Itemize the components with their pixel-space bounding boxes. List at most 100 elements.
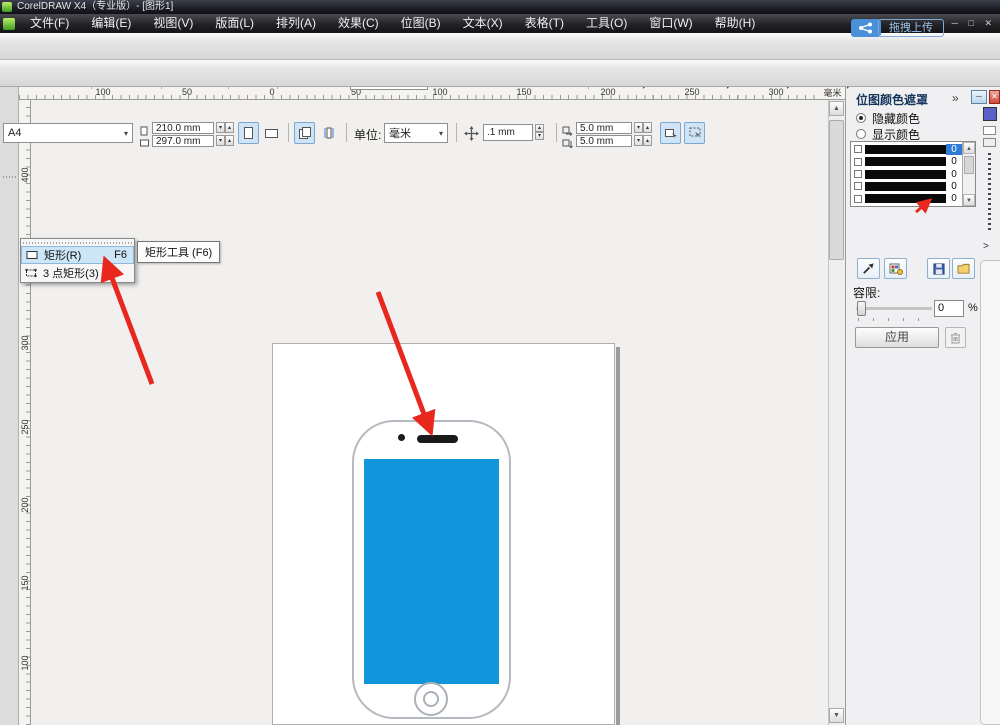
color-swatch	[865, 157, 946, 166]
menu-table[interactable]: 表格(T)	[514, 14, 575, 33]
docker-title: 位图颜色遮罩	[856, 91, 928, 108]
flyout-grip[interactable]	[23, 240, 132, 245]
checkbox-icon[interactable]	[854, 145, 862, 153]
toolbox-grip[interactable]	[3, 176, 16, 178]
app-icon	[2, 2, 12, 12]
menu-layout[interactable]: 版面(L)	[204, 14, 265, 33]
paper-combo-arrow-icon: ▾	[124, 129, 128, 138]
docker-collapse-icon[interactable]: »	[952, 91, 959, 105]
cloud-share-icon	[851, 19, 881, 37]
menu-view[interactable]: 视图(V)	[142, 14, 204, 33]
delete-mask-button[interactable]	[945, 327, 966, 348]
menu-tools[interactable]: 工具(O)	[575, 14, 638, 33]
menu-bitmaps[interactable]: 位图(B)	[390, 14, 452, 33]
docked-doc-icon[interactable]	[983, 126, 996, 135]
paper-height-icon	[140, 135, 150, 153]
phone-screen-shape[interactable]	[364, 459, 499, 684]
palette-expand-icon[interactable]: >	[983, 241, 989, 252]
title-bar: CorelDRAW X4（专业版）- [图形1]	[0, 0, 1000, 14]
scrollbar-thumb[interactable]	[964, 156, 974, 174]
hide-colors-radio[interactable]: 隐藏颜色	[856, 111, 920, 125]
menu-window[interactable]: 窗口(W)	[638, 14, 703, 33]
tolerance-slider-thumb[interactable]	[857, 301, 866, 316]
portrait-button[interactable]	[238, 122, 259, 144]
docker-minimize-button[interactable]: ─	[971, 90, 987, 104]
menu-file[interactable]: 文件(F)	[19, 14, 80, 33]
mask-open-button[interactable]	[952, 258, 975, 279]
checkbox-icon[interactable]	[854, 182, 862, 190]
toolbox	[0, 87, 19, 725]
paper-height-field[interactable]: 297.0 mm	[152, 135, 214, 147]
flyout-item-rectangle[interactable]: 矩形(R) F6	[21, 246, 134, 264]
checkbox-icon[interactable]	[854, 158, 862, 166]
mask-edit-color-button[interactable]	[884, 258, 907, 279]
menu-arrange[interactable]: 排列(A)	[265, 14, 327, 33]
duplicate-y-field[interactable]: 5.0 mm	[576, 135, 632, 147]
paper-width-spinner[interactable]: ▾▴	[216, 122, 234, 133]
phone-speaker-shape[interactable]	[417, 435, 458, 443]
app-window: CorelDRAW X4（专业版）- [图形1] ─ □ ✕ 文件(F) 编辑(…	[0, 0, 1000, 725]
page-shadow	[616, 347, 620, 725]
checkbox-icon[interactable]	[854, 170, 862, 178]
flyout-item-3point-rectangle[interactable]: 3 点矩形(3)	[21, 264, 134, 282]
marquee-select-button[interactable]	[684, 122, 705, 144]
color-mask-row[interactable]: 0	[851, 155, 962, 167]
paper-width-field[interactable]: 210.0 mm	[152, 122, 214, 134]
tolerance-value-field[interactable]: 0	[934, 300, 964, 317]
checkbox-icon[interactable]	[854, 195, 862, 203]
duplicate-y-icon	[562, 136, 573, 154]
color-swatch	[865, 182, 946, 191]
color-mask-list[interactable]: 0 0 0 0 0 ▲ ▼	[850, 141, 976, 207]
paper-preset-combo[interactable]: A4 ▾	[3, 123, 133, 143]
nudge-offset-icon	[464, 126, 479, 146]
menu-effects[interactable]: 效果(C)	[327, 14, 390, 33]
tolerance-slider-ticks	[858, 318, 932, 321]
units-combo[interactable]: 毫米 ▾	[384, 123, 448, 143]
scroll-up-icon[interactable]: ▲	[963, 142, 975, 154]
rectangle-icon	[26, 250, 38, 260]
nudge-offset-field[interactable]: .1 mm	[483, 124, 533, 141]
color-mask-row[interactable]: 0	[851, 168, 962, 180]
apply-button[interactable]: 应用	[855, 327, 939, 348]
drag-upload-button[interactable]: 拖拽上传	[851, 19, 944, 37]
scrollbar-thumb[interactable]	[829, 120, 844, 260]
show-colors-radio[interactable]: 显示颜色	[856, 127, 920, 141]
document-window-controls[interactable]: ─ □ ✕	[952, 14, 996, 33]
landscape-button[interactable]	[261, 122, 282, 144]
docked-doc-icon[interactable]	[983, 138, 996, 147]
docked-palette-icon[interactable]	[983, 107, 997, 121]
scroll-down-icon[interactable]: ▼	[963, 194, 975, 206]
mask-eyedropper-button[interactable]	[857, 258, 880, 279]
treat-as-filled-button[interactable]	[660, 122, 681, 144]
menu-help[interactable]: 帮助(H)	[704, 14, 767, 33]
collapsed-palette-panel[interactable]	[980, 260, 1000, 725]
shortcut-label: F6	[114, 249, 129, 261]
vertical-ruler[interactable]: 400 350 300 250 200 150 100	[19, 100, 31, 725]
mask-save-button[interactable]	[927, 258, 950, 279]
tool-tooltip: 矩形工具 (F6)	[137, 241, 220, 263]
duplicate-y-spinner[interactable]: ▾▴	[634, 135, 652, 146]
color-swatch	[865, 170, 946, 179]
color-mask-row[interactable]: 0	[851, 143, 962, 155]
docker-tab-label	[988, 150, 991, 230]
scroll-up-icon[interactable]: ▲	[829, 101, 844, 116]
docker-close-button[interactable]: ✕	[989, 90, 1000, 104]
mask-list-scrollbar[interactable]: ▲ ▼	[962, 142, 975, 206]
phone-home-button-inner-shape[interactable]	[423, 691, 439, 707]
color-mask-row[interactable]: 0	[851, 180, 962, 192]
phone-camera-shape[interactable]	[398, 434, 405, 441]
paper-height-spinner[interactable]: ▾▴	[216, 135, 234, 146]
tolerance-slider-track[interactable]	[856, 307, 932, 310]
tolerance-label: 容限:	[853, 284, 880, 301]
color-mask-row[interactable]: 0	[851, 193, 962, 205]
radio-selected-icon	[856, 113, 866, 123]
menu-text[interactable]: 文本(X)	[452, 14, 514, 33]
all-pages-button[interactable]	[294, 122, 315, 144]
duplicate-x-field[interactable]: 5.0 mm	[576, 122, 632, 134]
duplicate-x-spinner[interactable]: ▾▴	[634, 122, 652, 133]
nudge-spinner[interactable]: ▴▾	[535, 124, 544, 140]
menu-edit[interactable]: 编辑(E)	[80, 14, 142, 33]
scroll-down-icon[interactable]: ▼	[829, 708, 844, 723]
drag-upload-label: 拖拽上传	[878, 19, 944, 37]
current-page-button[interactable]	[318, 122, 339, 144]
